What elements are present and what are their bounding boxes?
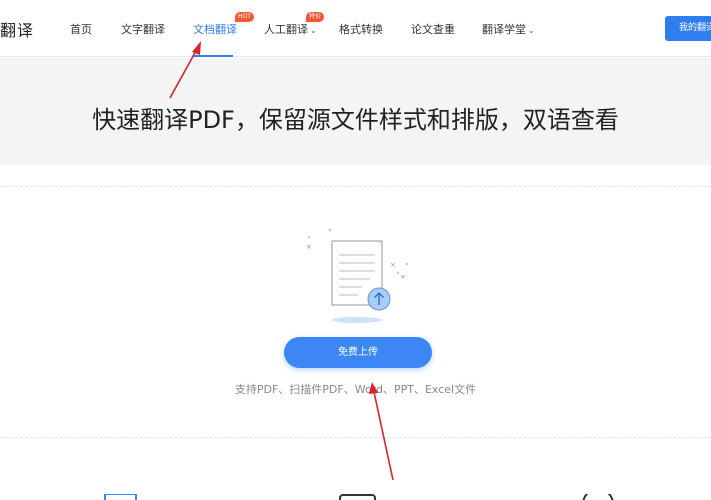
sale-badge: 特价 (306, 12, 325, 22)
nav-format-convert-label: 格式转换 (339, 23, 383, 36)
nav-home-label: 首页 (70, 23, 92, 36)
feature-document-icon (339, 494, 376, 500)
supported-formats-text: 支持PDF、扫描件PDF、Word、PPT、Excel文件 (234, 383, 477, 396)
svg-text:×: × (390, 261, 396, 269)
top-navigation-bar: 翻译 首页 文字翻译 文档翻译 HOT 人工翻译 ⌄ 特价 格式转换 论文查重 翻… (0, 0, 711, 57)
nav-paper-check-label: 论文查重 (411, 23, 455, 36)
nav-translation-academy-label: 翻译学堂 ⌄ (482, 23, 535, 36)
nav-document-translate[interactable]: 文档翻译 HOT (193, 0, 254, 57)
red-annotation-arrow (373, 391, 394, 481)
free-upload-button[interactable]: 免费上传 (284, 337, 432, 368)
section-divider (0, 437, 711, 438)
section-divider (0, 186, 711, 187)
hot-badge: HOT (235, 12, 254, 22)
chevron-down-icon: ⌄ (310, 26, 317, 35)
my-translations-button[interactable]: 我的翻译 (665, 16, 711, 41)
hero-banner: 快速翻译PDF，保留源文件样式和排版，双语查看 (0, 58, 711, 165)
site-logo[interactable]: 翻译 (0, 17, 34, 41)
svg-text:×: × (400, 273, 406, 281)
nav-text-translate-label: 文字翻译 (121, 23, 165, 36)
feature-monitor-icon (104, 494, 137, 500)
chevron-down-icon: ⌄ (528, 26, 535, 35)
document-upload-icon: × × × (306, 228, 409, 323)
nav-document-translate-label: 文档翻译 (193, 23, 237, 36)
nav-human-translate-label: 人工翻译 ⌄ (264, 23, 317, 36)
feature-clock-icon (582, 494, 614, 500)
svg-text:×: × (306, 243, 312, 251)
hero-title: 快速翻译PDF，保留源文件样式和排版，双语查看 (92, 106, 619, 134)
